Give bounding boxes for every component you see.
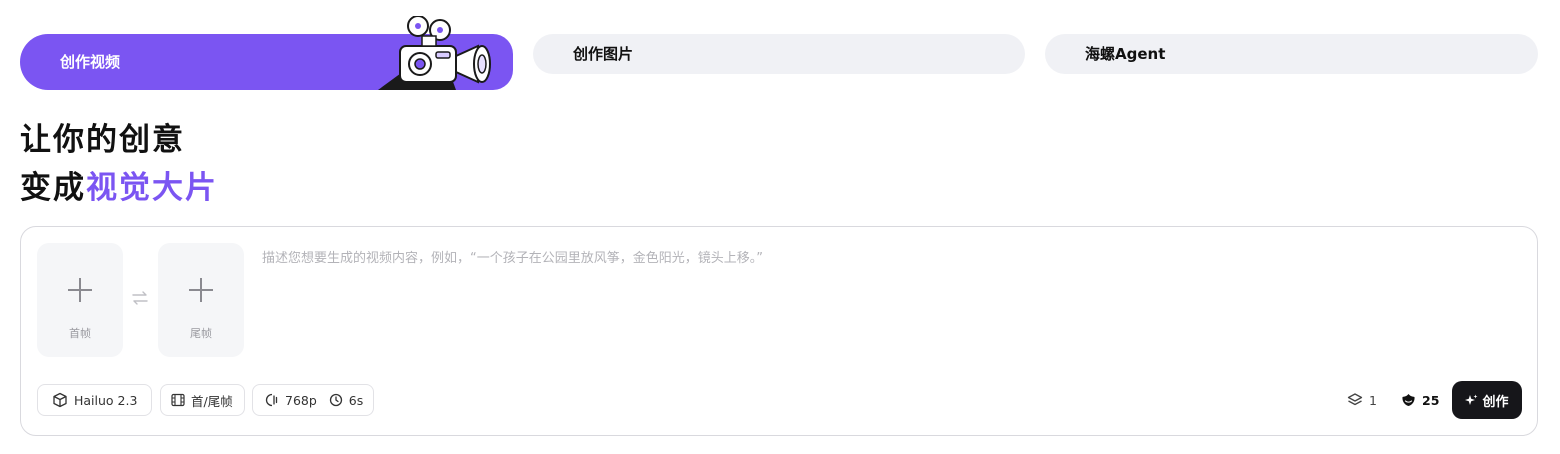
tab-create-video[interactable]: 创作视频 (20, 16, 513, 90)
video-composer: 首帧 尾帧 Hailuo 2.3 首/尾帧 768p (20, 226, 1538, 436)
first-frame-upload[interactable]: 首帧 (37, 243, 123, 357)
tab-create-image[interactable]: 创作图片 (533, 34, 1025, 74)
clock-icon (329, 393, 342, 407)
aspect-icon (265, 393, 278, 407)
model-label: Hailuo 2.3 (74, 392, 138, 408)
headline-line-1: 让你的创意 (20, 122, 185, 158)
generation-count-label: 1 (1369, 392, 1377, 408)
tab-create-image-label: 创作图片 (573, 45, 634, 63)
tab-agent[interactable]: 海螺Agent (1045, 34, 1538, 74)
plus-icon (189, 278, 213, 302)
last-frame-label: 尾帧 (190, 327, 212, 340)
page-headline: 让你的创意 变成视觉大片 (20, 116, 218, 212)
generation-count[interactable]: 1 (1347, 390, 1377, 410)
duration-label: 6s (348, 392, 364, 408)
resolution-label: 768p (285, 392, 317, 408)
frame-mode-selector[interactable]: 首/尾帧 (160, 384, 245, 416)
last-frame-upload[interactable]: 尾帧 (158, 243, 244, 357)
create-button-label: 创作 (1482, 394, 1509, 410)
swap-icon[interactable] (131, 289, 149, 307)
tab-create-video-label: 创作视频 (60, 53, 121, 71)
video-settings-selector[interactable]: 768p 6s (252, 384, 374, 416)
camera-illustration-icon (378, 16, 491, 90)
headline-line-2-accent: 视觉大片 (86, 170, 218, 206)
cube-icon (53, 392, 67, 408)
creation-tabs: 创作视频 创作图片 海螺Agent (20, 16, 1538, 90)
credits-value: 25 (1422, 392, 1440, 408)
headline-line-2: 变成视觉大片 (20, 164, 218, 212)
create-button[interactable]: 创作 (1452, 381, 1522, 419)
credits-icon (1402, 394, 1415, 406)
film-icon (171, 393, 185, 407)
first-frame-label: 首帧 (69, 327, 91, 340)
headline-line-2-prefix: 变成 (20, 170, 86, 206)
tab-agent-label: 海螺Agent (1085, 45, 1166, 63)
prompt-input[interactable] (262, 243, 1512, 273)
credits-cost: 25 (1401, 390, 1439, 410)
sparkle-icon (1465, 394, 1478, 405)
layers-icon (1347, 393, 1363, 406)
model-selector[interactable]: Hailuo 2.3 (37, 384, 152, 416)
frame-mode-label: 首/尾帧 (191, 393, 233, 409)
plus-icon (68, 278, 92, 302)
